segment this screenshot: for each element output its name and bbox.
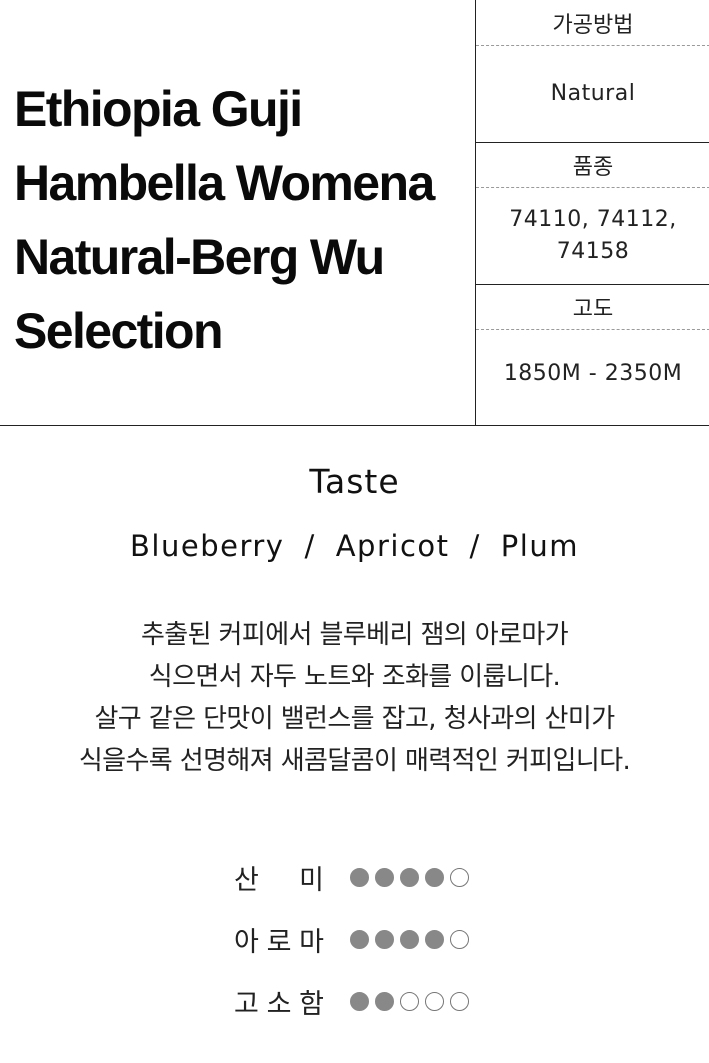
rating-label-char: 로: [266, 926, 292, 958]
rating-label-char: 고: [234, 988, 259, 1020]
rating-label-nuttiness: 고 소 함: [234, 982, 350, 1021]
rating-label-char: 소: [266, 988, 292, 1020]
rating-label-char: 산: [234, 864, 259, 896]
rating-label-char: 함: [299, 988, 324, 1020]
rating-dot-filled: [375, 867, 394, 887]
taste-note-separator: /: [304, 529, 316, 563]
rating-row-acidity: 산 미: [234, 846, 494, 908]
description-line: 식으면서 자두 노트와 조화를 이룹니다.: [148, 662, 561, 692]
spec-label-variety: 품종: [476, 142, 709, 188]
spec-value-variety: 74110, 74112, 74158: [509, 207, 677, 264]
rating-dot-empty: [450, 991, 469, 1011]
rating-dot-filled: [425, 867, 444, 887]
taste-note-separator: /: [469, 529, 481, 563]
product-title-line: Ethiopia Guji: [14, 81, 303, 137]
rating-dot-empty: [400, 991, 419, 1011]
product-header: Ethiopia Guji Hambella Womena Natural-Be…: [0, 0, 709, 426]
description-line: 추출된 커피에서 블루베리 잼의 아로마가: [140, 620, 569, 650]
rating-label-char: 마: [299, 926, 324, 958]
description-line: 살구 같은 단맛이 밸런스를 잡고, 청사과의 산미가: [94, 704, 615, 734]
rating-dot-filled: [400, 929, 419, 949]
rating-dot-filled: [350, 929, 369, 949]
rating-label-aroma: 아 로 마: [234, 920, 350, 959]
taste-heading: Taste: [309, 462, 400, 501]
rating-row-aroma: 아 로 마: [234, 908, 494, 970]
flavor-description: 추출된 커피에서 블루베리 잼의 아로마가 식으면서 자두 노트와 조화를 이룹…: [20, 614, 689, 782]
rating-dot-empty: [450, 929, 469, 949]
description-line: 식을수록 선명해져 새콤달콤이 매력적인 커피입니다.: [78, 746, 631, 776]
taste-note: Blueberry: [130, 529, 285, 563]
coffee-detail-page: Ethiopia Guji Hambella Womena Natural-Be…: [0, 0, 709, 1063]
rating-dot-filled: [425, 929, 444, 949]
rating-row-nuttiness: 고 소 함: [234, 970, 494, 1032]
product-title: Ethiopia Guji Hambella Womena Natural-Be…: [14, 72, 470, 368]
product-title-line: Natural-Berg Wu: [14, 229, 385, 285]
product-title-line: Hambella Womena: [14, 155, 435, 211]
rating-label-char: 미: [299, 864, 324, 896]
rating-dot-empty: [450, 867, 469, 887]
rating-dot-filled: [350, 867, 369, 887]
rating-dot-filled: [350, 991, 369, 1011]
spec-label-process: 가공방법: [476, 0, 709, 46]
rating-dots: [350, 991, 469, 1011]
rating-label-acidity: 산 미: [234, 858, 350, 897]
product-title-line: Selection: [14, 303, 223, 359]
taste-note: Plum: [500, 529, 579, 563]
rating-label-char: 아: [234, 926, 259, 958]
spec-value-altitude: 1850M - 2350M: [503, 361, 683, 386]
spec-table: 가공방법 Natural 품종 74110, 74112, 74158 고도 1…: [475, 0, 709, 426]
taste-notes: Blueberry / Apricot / Plum: [0, 529, 709, 563]
spec-value-process: Natural: [550, 81, 636, 106]
rating-dot-filled: [375, 929, 394, 949]
taste-note: Apricot: [335, 529, 450, 563]
rating-dot-empty: [425, 991, 444, 1011]
spec-label-altitude: 고도: [476, 284, 709, 330]
rating-dot-filled: [375, 991, 394, 1011]
rating-dots: [350, 867, 469, 887]
flavor-ratings: 산 미 아 로 마 고 소 함: [234, 846, 494, 1032]
rating-dot-filled: [400, 867, 419, 887]
rating-dots: [350, 929, 469, 949]
